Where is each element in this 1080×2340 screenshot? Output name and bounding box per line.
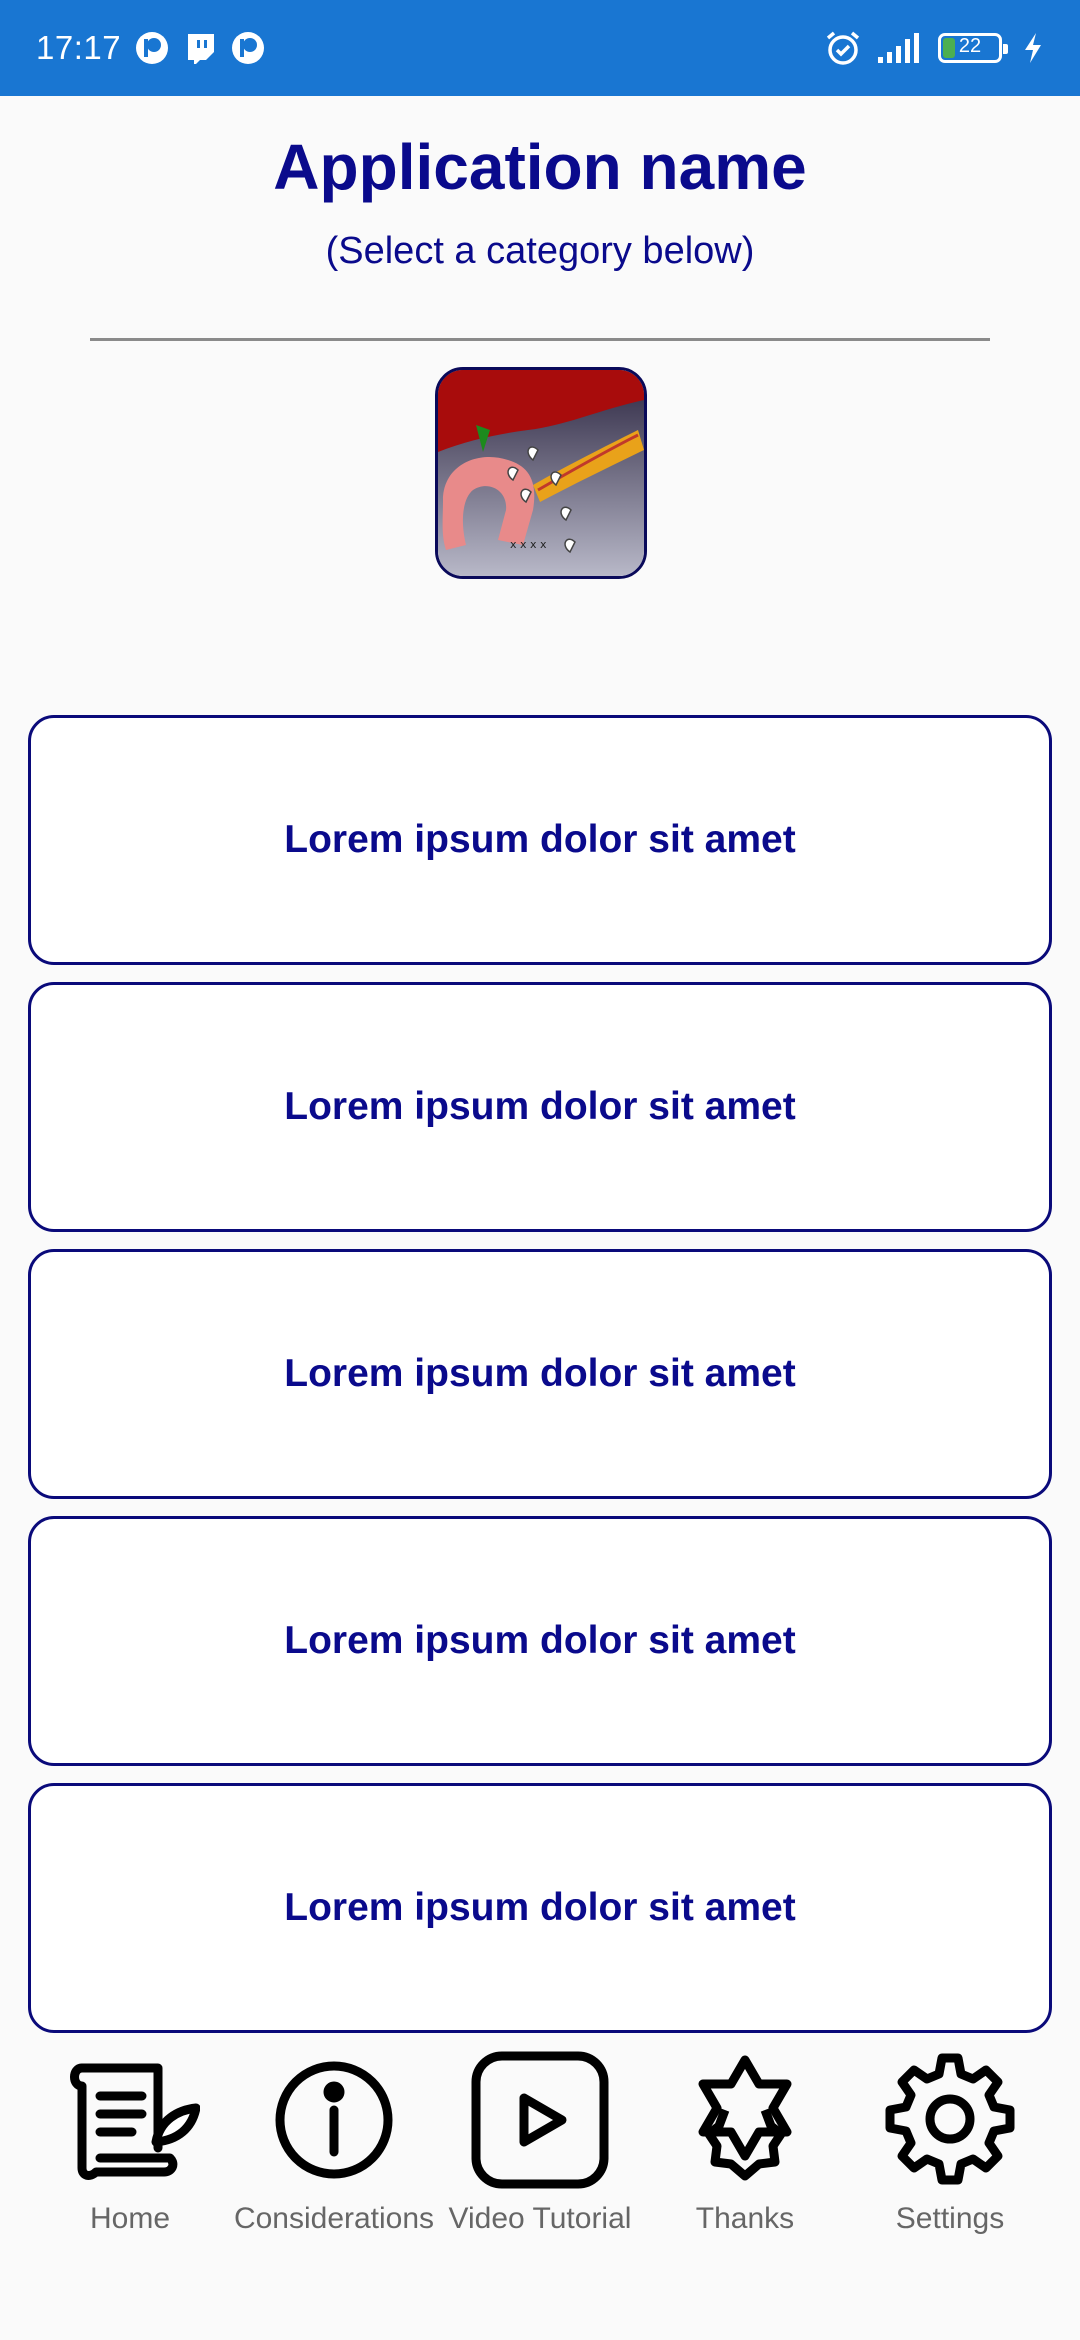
signal-icon (876, 31, 924, 65)
category-button-2[interactable]: Lorem ipsum dolor sit amet (28, 982, 1052, 1232)
scroll-icon (60, 2050, 200, 2190)
page-subtitle: (Select a category below) (325, 230, 755, 272)
bottom-navigation: Home Considerations Video Tutorial Thank… (0, 2050, 1080, 2250)
twitch-icon (183, 31, 217, 65)
nav-label-thanks: Thanks (695, 2202, 795, 2235)
badge-icon (675, 2050, 815, 2190)
nav-item-considerations[interactable]: Considerations (226, 2050, 442, 2236)
app-logo-image: x x x x (435, 367, 647, 579)
status-time: 17:17 (36, 29, 122, 66)
patreon-icon (135, 31, 169, 65)
category-button-3[interactable]: Lorem ipsum dolor sit amet (28, 1249, 1052, 1499)
category-list: Lorem ipsum dolor sit amet Lorem ipsum d… (28, 715, 1052, 2050)
status-bar-left: 17:17 (36, 29, 265, 67)
gear-icon (880, 2050, 1020, 2190)
charging-icon (1022, 31, 1044, 65)
svg-text:x x x x: x x x x (510, 538, 547, 551)
header-divider (90, 338, 990, 341)
nav-label-considerations: Considerations (233, 2202, 435, 2235)
info-icon (264, 2050, 404, 2190)
nav-item-video-tutorial[interactable]: Video Tutorial (432, 2050, 648, 2236)
page-title: Application name (273, 131, 807, 203)
patreon-icon (231, 31, 265, 65)
battery-icon: 22 (938, 33, 1008, 63)
status-bar: 17:17 22 (0, 0, 1080, 96)
status-bar-right: 22 (824, 29, 1044, 67)
category-button-1[interactable]: Lorem ipsum dolor sit amet (28, 715, 1052, 965)
play-icon (470, 2050, 610, 2190)
category-button-5[interactable]: Lorem ipsum dolor sit amet (28, 1783, 1052, 2033)
nav-item-settings[interactable]: Settings (842, 2050, 1058, 2236)
nav-label-home: Home (89, 2202, 171, 2235)
nav-label-settings: Settings (895, 2202, 1005, 2235)
battery-percent: 22 (958, 35, 982, 57)
nav-label-video-tutorial: Video Tutorial (448, 2202, 632, 2235)
category-button-4[interactable]: Lorem ipsum dolor sit amet (28, 1516, 1052, 1766)
nav-item-thanks[interactable]: Thanks (637, 2050, 853, 2236)
nav-item-home[interactable]: Home (22, 2050, 238, 2236)
alarm-icon (824, 29, 862, 67)
